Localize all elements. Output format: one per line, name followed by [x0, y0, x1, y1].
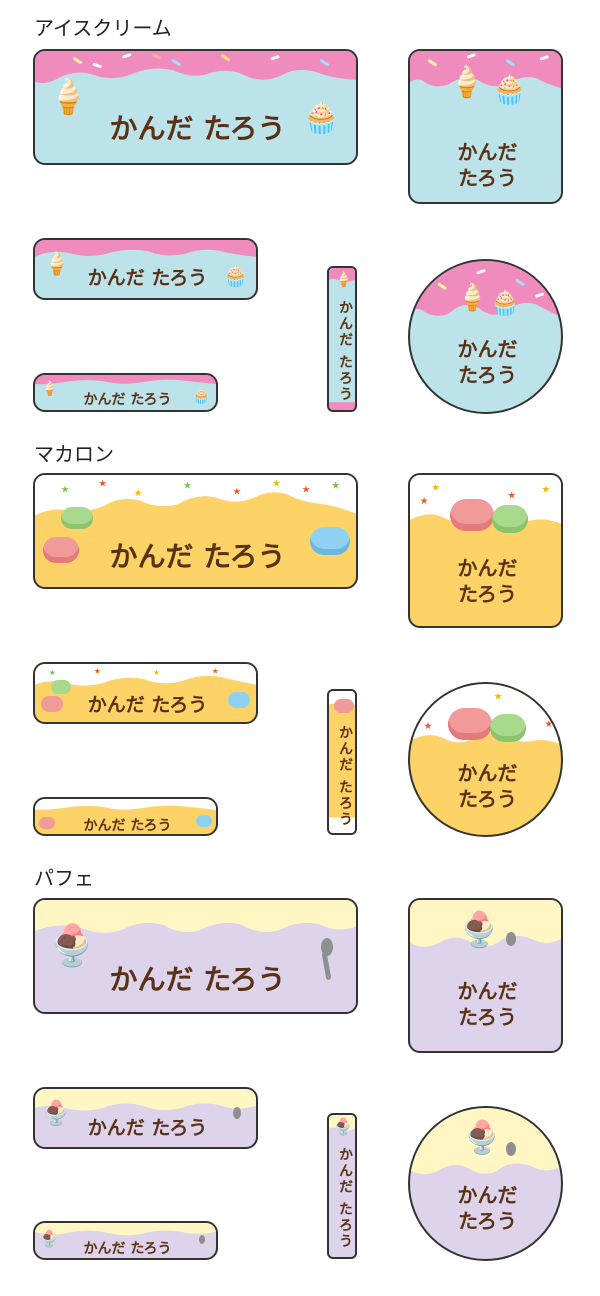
label-name-vertical: かんだ たろう — [337, 725, 353, 828]
label-name: かんだ たろう — [87, 267, 208, 289]
macaron-label-large[interactable]: ★ ★ ★ ★ ★ ★ ★ ★ かんだ たろう — [33, 473, 358, 589]
macaron-icon — [61, 507, 93, 529]
section-title-ice-cream: アイスクリーム — [34, 16, 172, 40]
svg-text:★: ★ — [302, 484, 311, 495]
label-name-multiline: かんだ たろう — [410, 336, 561, 388]
ice-label-vertical[interactable]: 🍦 かんだ たろう — [327, 266, 357, 412]
label-name-multiline: かんだ たろう — [410, 555, 561, 607]
label-name: かんだ たろう — [87, 1117, 208, 1139]
spoon-icon — [506, 1142, 516, 1156]
label-name: かんだ たろう — [109, 963, 286, 996]
label-name-line1: かんだ — [457, 979, 518, 1003]
label-name-vertical: かんだ たろう — [337, 300, 353, 403]
svg-text:★: ★ — [544, 719, 553, 730]
macaron-icon — [490, 714, 526, 742]
label-name-line2: たろう — [458, 582, 517, 606]
ice-cream-cone-icon: 🍦 — [456, 283, 489, 313]
svg-text:★: ★ — [507, 490, 516, 501]
parfait-label-large[interactable]: 🍨 かんだ たろう — [33, 898, 358, 1014]
label-name-line1: かんだ — [457, 556, 518, 580]
label-name-line2: たろう — [458, 363, 517, 387]
macaron-icon — [450, 499, 494, 531]
parfait-glass-icon: 🍨 — [333, 1117, 353, 1136]
parfait-label-medium[interactable]: 🍨 かんだ たろう — [33, 1087, 258, 1149]
section-title-parfait: パフェ — [34, 866, 94, 890]
label-name-line2: たろう — [458, 787, 517, 811]
ice-label-large[interactable]: 🍦 🧁 かんだ たろう — [33, 49, 358, 165]
label-name-line2: たろう — [458, 1209, 517, 1233]
macaron-label-circle[interactable]: ★ ★ ★ かんだ たろう — [408, 682, 563, 837]
label-name: かんだ たろう — [83, 1241, 172, 1257]
label-name-line1: かんだ — [457, 140, 518, 164]
parfait-label-vertical[interactable]: 🍨 かんだ たろう — [327, 1113, 357, 1259]
ice-label-square[interactable]: 🍦 🧁 かんだ たろう — [408, 49, 563, 204]
label-name-multiline: かんだ たろう — [410, 139, 561, 191]
ice-cream-cone-icon: 🍦 — [448, 65, 486, 100]
svg-text:★: ★ — [49, 668, 56, 677]
label-name-line1: かんだ — [457, 337, 518, 361]
macaron-icon — [492, 505, 528, 533]
parfait-label-small[interactable]: 🍨 かんだ たろう — [33, 1221, 218, 1260]
svg-text:★: ★ — [94, 667, 101, 676]
label-name-multiline: かんだ たろう — [410, 1182, 561, 1234]
spoon-icon — [506, 932, 516, 946]
svg-text:★: ★ — [272, 479, 281, 490]
parfait-label-circle[interactable]: 🍨 かんだ たろう — [408, 1106, 563, 1261]
svg-text:★: ★ — [212, 667, 219, 676]
macaron-label-medium[interactable]: ★ ★ ★ ★ かんだ たろう — [33, 662, 258, 724]
parfait-label-square[interactable]: 🍨 かんだ たろう — [408, 898, 563, 1053]
parfait-glass-icon: 🍨 — [458, 910, 501, 950]
macaron-icon — [448, 708, 492, 740]
label-name: かんだ たろう — [87, 694, 208, 716]
cupcake-icon: 🧁 — [492, 73, 527, 106]
macaron-label-square[interactable]: ★ ★ ★ ★ かんだ たろう — [408, 473, 563, 628]
label-name: かんだ たろう — [83, 818, 172, 834]
macaron-label-vertical[interactable]: かんだ たろう — [327, 689, 357, 835]
label-name-vertical: かんだ たろう — [337, 1147, 353, 1250]
label-name-line1: かんだ — [457, 1183, 518, 1207]
svg-text:★: ★ — [233, 486, 242, 497]
svg-text:★: ★ — [542, 485, 551, 496]
svg-text:★: ★ — [153, 668, 160, 677]
section-title-macaron: マカロン — [34, 442, 114, 466]
label-name-multiline: かんだ たろう — [410, 978, 561, 1030]
parfait-glass-icon: 🍨 — [462, 1118, 502, 1156]
label-name: かんだ たろう — [83, 392, 172, 408]
svg-text:★: ★ — [134, 488, 143, 499]
svg-text:★: ★ — [331, 481, 340, 492]
label-name-multiline: かんだ たろう — [410, 760, 561, 812]
svg-text:★: ★ — [431, 483, 440, 494]
svg-text:★: ★ — [494, 692, 503, 703]
cupcake-icon: 🧁 — [490, 289, 520, 317]
label-name: かんだ たろう — [109, 540, 286, 573]
svg-text:★: ★ — [98, 479, 107, 490]
ice-label-medium[interactable]: 🍦 🧁 かんだ たろう — [33, 238, 258, 300]
svg-text:★: ★ — [420, 496, 429, 507]
ice-cream-cone-icon: 🍦 — [335, 272, 353, 288]
svg-text:★: ★ — [61, 484, 70, 495]
ice-label-small[interactable]: 🍦 🧁 かんだ たろう — [33, 373, 218, 412]
svg-text:★: ★ — [424, 721, 433, 732]
label-name-line1: かんだ — [457, 761, 518, 785]
label-name-line2: たろう — [458, 166, 517, 190]
label-name: かんだ たろう — [109, 112, 286, 145]
macaron-icon — [334, 699, 354, 713]
ice-label-circle[interactable]: 🍦 🧁 かんだ たろう — [408, 259, 563, 414]
macaron-label-small[interactable]: かんだ たろう — [33, 797, 218, 836]
svg-text:★: ★ — [183, 481, 192, 492]
label-name-line2: たろう — [458, 1005, 517, 1029]
